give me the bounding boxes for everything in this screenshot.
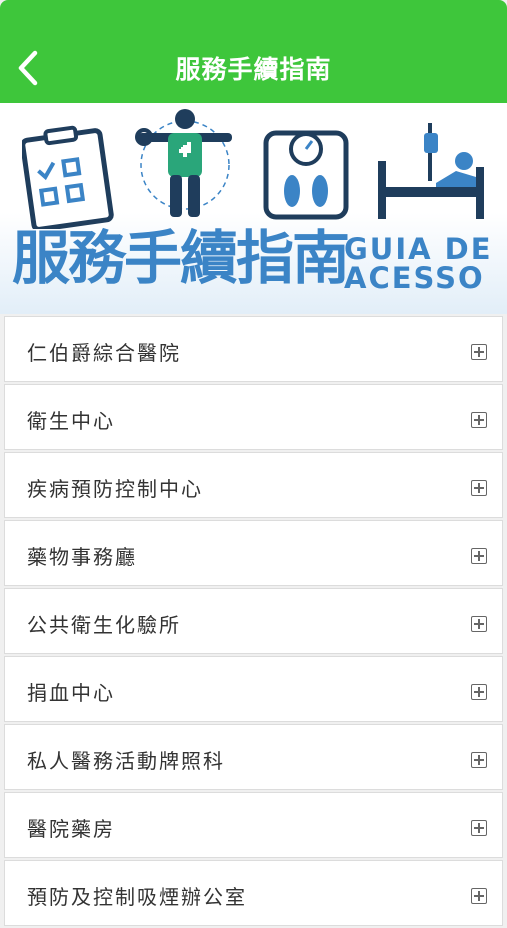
- banner-subtitle: GUIA DE ACESSO: [344, 235, 493, 293]
- list-item[interactable]: 捐血中心: [4, 656, 503, 722]
- list-item-label: 公共衛生化驗所: [27, 613, 181, 637]
- weight-scale-icon: [263, 130, 349, 220]
- list-item-label: 仁伯爵綜合醫院: [27, 341, 181, 365]
- plus-square-icon[interactable]: [471, 888, 487, 904]
- list-item[interactable]: 醫院藥房: [4, 792, 503, 858]
- banner-subtitle-line2: ACESSO: [344, 261, 485, 295]
- plus-square-icon[interactable]: [471, 548, 487, 564]
- plus-square-icon[interactable]: [471, 480, 487, 496]
- plus-square-icon[interactable]: [471, 412, 487, 428]
- list-item[interactable]: 疾病預防控制中心: [4, 452, 503, 518]
- plus-square-icon[interactable]: [471, 344, 487, 360]
- hospital-bed-icon: [378, 123, 484, 219]
- service-guide-banner: 服務手續指南 GUIA DE ACESSO: [0, 103, 507, 314]
- list-item[interactable]: 藥物事務廳: [4, 520, 503, 586]
- app-header: 服務手續指南: [0, 0, 507, 103]
- checklist-icon: [22, 125, 114, 229]
- list-item-label: 捐血中心: [27, 681, 115, 705]
- list-item-label: 醫院藥房: [27, 817, 115, 841]
- first-aid-person-icon: [135, 109, 232, 217]
- service-list: 仁伯爵綜合醫院 衛生中心 疾病預防控制中心 藥物事務廳 公共衛生化驗所 捐血中心…: [4, 316, 503, 928]
- plus-square-icon[interactable]: [471, 820, 487, 836]
- list-item-label: 私人醫務活動牌照科: [27, 749, 225, 773]
- page-title: 服務手續指南: [175, 55, 332, 84]
- list-item-label: 疾病預防控制中心: [27, 477, 203, 501]
- list-item-label: 預防及控制吸煙辦公室: [27, 885, 247, 909]
- banner-subtitle-line1: GUIA DE: [344, 232, 493, 266]
- plus-square-icon[interactable]: [471, 616, 487, 632]
- plus-square-icon[interactable]: [471, 684, 487, 700]
- banner-title: 服務手續指南: [12, 224, 350, 292]
- list-item[interactable]: 公共衛生化驗所: [4, 588, 503, 654]
- list-item[interactable]: 預防及控制吸煙辦公室: [4, 860, 503, 926]
- list-item-label: 衛生中心: [27, 409, 115, 433]
- list-item[interactable]: 衛生中心: [4, 384, 503, 450]
- plus-square-icon[interactable]: [471, 752, 487, 768]
- list-item[interactable]: 私人醫務活動牌照科: [4, 724, 503, 790]
- list-item[interactable]: 仁伯爵綜合醫院: [4, 316, 503, 382]
- list-item-label: 藥物事務廳: [27, 545, 137, 569]
